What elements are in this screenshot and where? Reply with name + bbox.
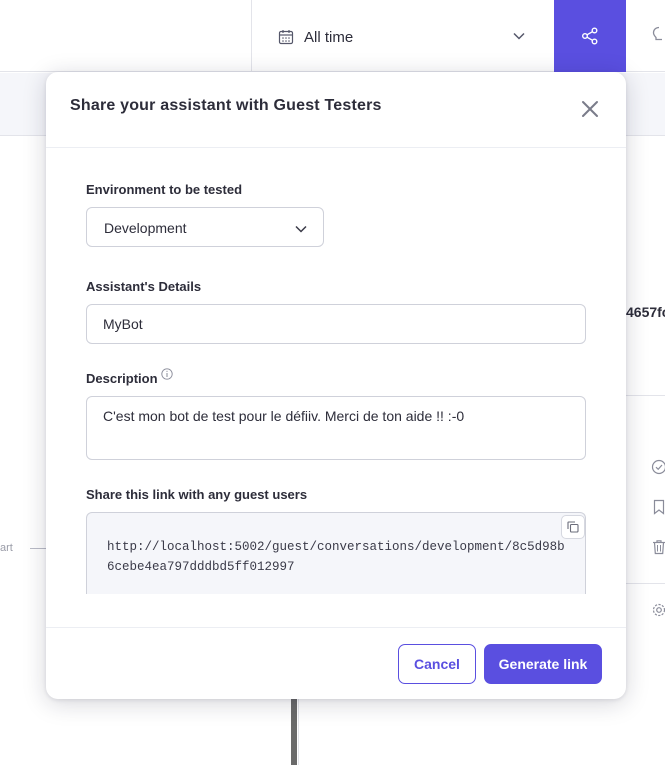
share-icon (582, 27, 598, 45)
share-button[interactable] (554, 0, 626, 72)
date-filter-label: All time (304, 28, 354, 46)
top-bar: All time (0, 0, 665, 72)
generate-link-button[interactable]: Generate link (484, 644, 602, 684)
share-assistant-modal: Share your assistant with Guest Testers … (46, 72, 626, 699)
close-icon[interactable] (579, 98, 601, 120)
panel-divider (626, 583, 665, 584)
lightbulb-icon[interactable] (652, 26, 665, 44)
info-icon[interactable] (161, 368, 173, 380)
gear-icon[interactable] (651, 602, 665, 618)
assistant-details-label: Assistant's Details (86, 279, 202, 294)
modal-header: Share your assistant with Guest Testers (46, 72, 626, 148)
check-circle-icon[interactable] (651, 459, 665, 475)
date-filter-dropdown[interactable]: All time (278, 24, 528, 50)
panel-divider (626, 395, 665, 396)
flow-connector (30, 548, 46, 549)
share-link-box: http://localhost:5002/guest/conversation… (86, 512, 586, 594)
environment-label: Environment to be tested (86, 182, 243, 197)
description-textarea[interactable]: C'est mon bot de test pour le défiiv. Me… (86, 396, 586, 460)
topbar-divider (251, 0, 252, 72)
environment-select[interactable]: Development (86, 207, 324, 247)
environment-selected-value: Development (104, 220, 187, 236)
flow-connector (291, 697, 297, 765)
bookmark-icon[interactable] (651, 499, 665, 515)
chevron-down-icon (295, 225, 307, 233)
share-link-label: Share this link with any guest users (86, 487, 308, 502)
copy-button[interactable] (561, 515, 585, 539)
description-label: Description (86, 371, 158, 386)
chevron-down-icon (513, 32, 525, 40)
flow-connector (298, 697, 299, 765)
share-link-url[interactable]: http://localhost:5002/guest/conversation… (107, 537, 567, 577)
flow-start-label: art (0, 542, 13, 554)
assistant-name-input[interactable]: MyBot (86, 304, 586, 344)
trash-icon[interactable] (651, 539, 665, 555)
background-id-text: 4657fc (626, 304, 665, 320)
calendar-icon (278, 30, 294, 45)
modal-title: Share your assistant with Guest Testers (70, 97, 382, 114)
modal-footer: Cancel Generate link (46, 627, 626, 699)
copy-icon (567, 521, 579, 533)
cancel-button[interactable]: Cancel (398, 644, 476, 684)
